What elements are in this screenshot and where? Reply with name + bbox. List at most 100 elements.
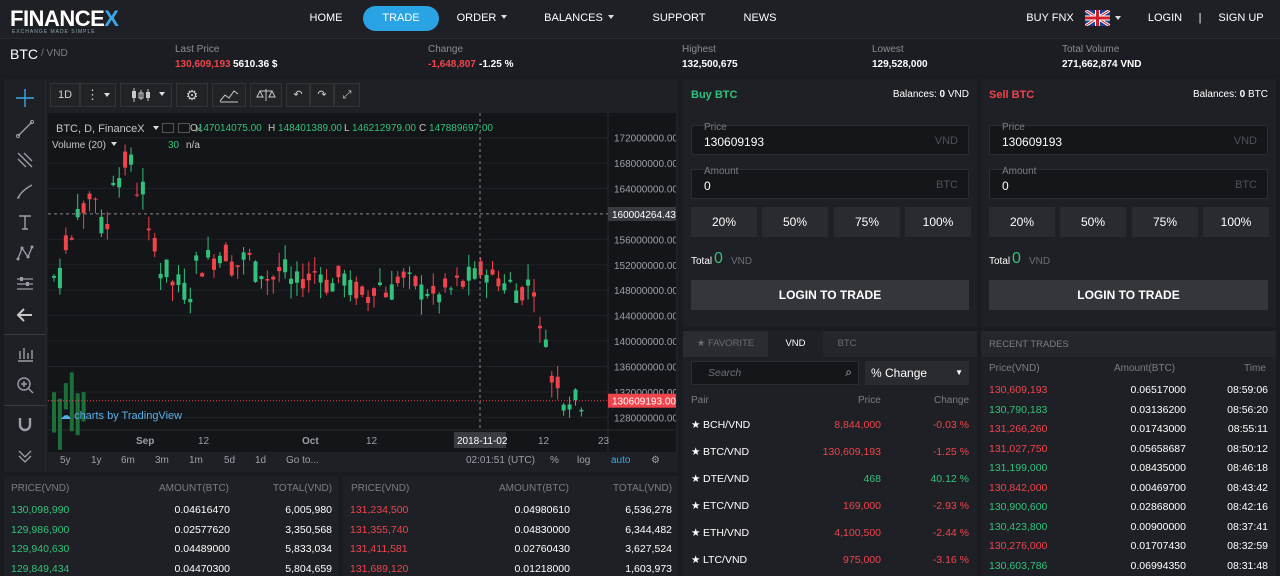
trendline-icon[interactable]: [14, 118, 36, 140]
bids-amount: 0.04470300: [174, 562, 230, 575]
buy-pct-20[interactable]: 20%: [691, 207, 757, 237]
nav-support[interactable]: SUPPORT: [645, 6, 713, 31]
sell-pct-20[interactable]: 20%: [989, 207, 1055, 237]
range-1d[interactable]: 1d: [255, 455, 266, 466]
undo-button[interactable]: ↶: [286, 83, 310, 107]
market-star-icon[interactable]: ★: [691, 554, 700, 566]
buy-pct-100[interactable]: 100%: [905, 207, 971, 237]
asks-price[interactable]: 131,689,120: [350, 563, 408, 575]
asks-price[interactable]: 131,411,581: [350, 543, 408, 555]
eye-icon[interactable]: [162, 123, 174, 133]
market-star-icon[interactable]: ★: [691, 473, 700, 485]
y-tick-label: 156000000.00: [614, 235, 676, 246]
log-toggle[interactable]: log: [577, 455, 590, 466]
tab-vnd[interactable]: VND: [768, 331, 823, 357]
sell-amount-field[interactable]: Amount 0 BTC: [989, 166, 1268, 199]
drawing-toolbar: [4, 79, 46, 472]
goto-button[interactable]: Go to...: [286, 455, 319, 466]
signup-link[interactable]: SIGN UP: [1216, 6, 1266, 31]
buy-fnx-link[interactable]: BUY FNX: [1022, 6, 1078, 31]
indicators-button[interactable]: [212, 83, 246, 107]
buy-price-field[interactable]: Price 130609193 VND: [691, 122, 969, 155]
trade-price: 131,199,000: [989, 462, 1048, 474]
fib-icon[interactable]: [14, 149, 36, 171]
tab-favorite[interactable]: ★ FAVORITE: [683, 331, 768, 357]
language-dropdown-icon[interactable]: [1115, 16, 1121, 20]
nav-home[interactable]: HOME: [300, 6, 352, 31]
asks-price[interactable]: 131,234,500: [350, 504, 408, 516]
percent-toggle[interactable]: %: [550, 455, 559, 466]
market-search-input[interactable]: Search ⌕: [691, 361, 859, 385]
last-price-vnd: 130,609,193: [175, 59, 231, 70]
gear-icon[interactable]: ⚙: [651, 455, 660, 466]
pair-quote: / VND: [41, 48, 68, 59]
interval-menu-button[interactable]: ⋮: [80, 83, 116, 107]
chevron-down-icon: [501, 15, 508, 19]
candle-chart-svg[interactable]: 172000000.00 168000000.00 164000000.00 1560…: [48, 113, 678, 452]
redo-button[interactable]: ↷: [310, 83, 334, 107]
candle-body: [395, 276, 400, 284]
range-1y[interactable]: 1y: [91, 455, 102, 466]
sell-pct-50[interactable]: 50%: [1060, 207, 1126, 237]
candle-body: [502, 283, 507, 291]
text-icon[interactable]: [14, 211, 36, 233]
market-star-icon[interactable]: ★: [691, 446, 700, 458]
nav-news[interactable]: NEWS: [733, 6, 787, 31]
indicators-icon[interactable]: [14, 343, 36, 365]
back-arrow-icon[interactable]: [14, 304, 36, 326]
auto-toggle[interactable]: auto: [611, 455, 630, 466]
magnet-icon[interactable]: [14, 413, 36, 435]
settings-icon[interactable]: [178, 123, 190, 133]
bids-price[interactable]: 129,986,900: [11, 524, 69, 536]
buy-pct-50[interactable]: 50%: [762, 207, 828, 237]
range-3m[interactable]: 3m: [155, 455, 169, 466]
pattern-icon[interactable]: [14, 242, 36, 264]
market-star-icon[interactable]: ★: [691, 419, 700, 431]
fullscreen-button[interactable]: ⤢: [334, 83, 360, 107]
bids-price[interactable]: 129,849,434: [11, 563, 69, 575]
market-star-icon[interactable]: ★: [691, 500, 700, 512]
crosshair-icon[interactable]: [14, 87, 36, 109]
candle-body: [259, 276, 264, 280]
brush-icon[interactable]: [14, 180, 36, 202]
buy-pct-75[interactable]: 75%: [834, 207, 900, 237]
market-change: 40.12 %: [930, 473, 969, 485]
lock-icon[interactable]: [14, 443, 36, 465]
candle-body: [401, 271, 406, 278]
chevron-down-icon: [607, 15, 614, 19]
trade-time: 08:37:41: [1227, 520, 1268, 533]
buy-login-button[interactable]: LOGIN TO TRADE: [691, 280, 969, 310]
sell-pct-100[interactable]: 100%: [1203, 207, 1269, 237]
market-star-icon[interactable]: ★: [691, 527, 700, 539]
range-1m[interactable]: 1m: [189, 455, 203, 466]
buy-amount-field[interactable]: Amount 0 BTC: [691, 166, 969, 199]
range-5d[interactable]: 5d: [224, 455, 235, 466]
candle-body: [472, 268, 477, 279]
asks-price[interactable]: 131,355,740: [350, 524, 408, 536]
bids-price[interactable]: 129,940,630: [11, 543, 69, 555]
x-tick-label: 12: [538, 436, 550, 447]
price-chart[interactable]: 172000000.00 168000000.00 164000000.00 1560…: [48, 113, 678, 452]
sell-price-field[interactable]: Price 130609193 VND: [989, 122, 1268, 155]
volume-label[interactable]: Volume (20): [52, 140, 117, 151]
range-6m[interactable]: 6m: [121, 455, 135, 466]
bids-price[interactable]: 130,098,990: [11, 504, 69, 516]
compare-button[interactable]: [250, 83, 282, 107]
market-price: 975,000: [843, 554, 881, 566]
nav-trade[interactable]: TRADE: [363, 6, 439, 31]
range-5y[interactable]: 5y: [60, 455, 71, 466]
tab-btc[interactable]: BTC: [823, 331, 871, 357]
nav-order[interactable]: ORDER: [448, 6, 516, 31]
settings-button[interactable]: ⚙: [176, 83, 208, 107]
measure-icon[interactable]: [14, 273, 36, 295]
login-link[interactable]: LOGIN: [1144, 6, 1186, 31]
chart-type-button[interactable]: [120, 83, 172, 107]
zoom-icon[interactable]: [14, 374, 36, 396]
sell-login-button[interactable]: LOGIN TO TRADE: [989, 280, 1268, 310]
sort-select[interactable]: % Change ▼: [865, 361, 969, 385]
nav-balances[interactable]: BALANCES: [538, 6, 620, 31]
uk-flag-icon[interactable]: [1084, 8, 1111, 28]
sell-pct-75[interactable]: 75%: [1132, 207, 1198, 237]
candle-body: [526, 279, 531, 286]
interval-button[interactable]: 1D: [50, 83, 80, 107]
